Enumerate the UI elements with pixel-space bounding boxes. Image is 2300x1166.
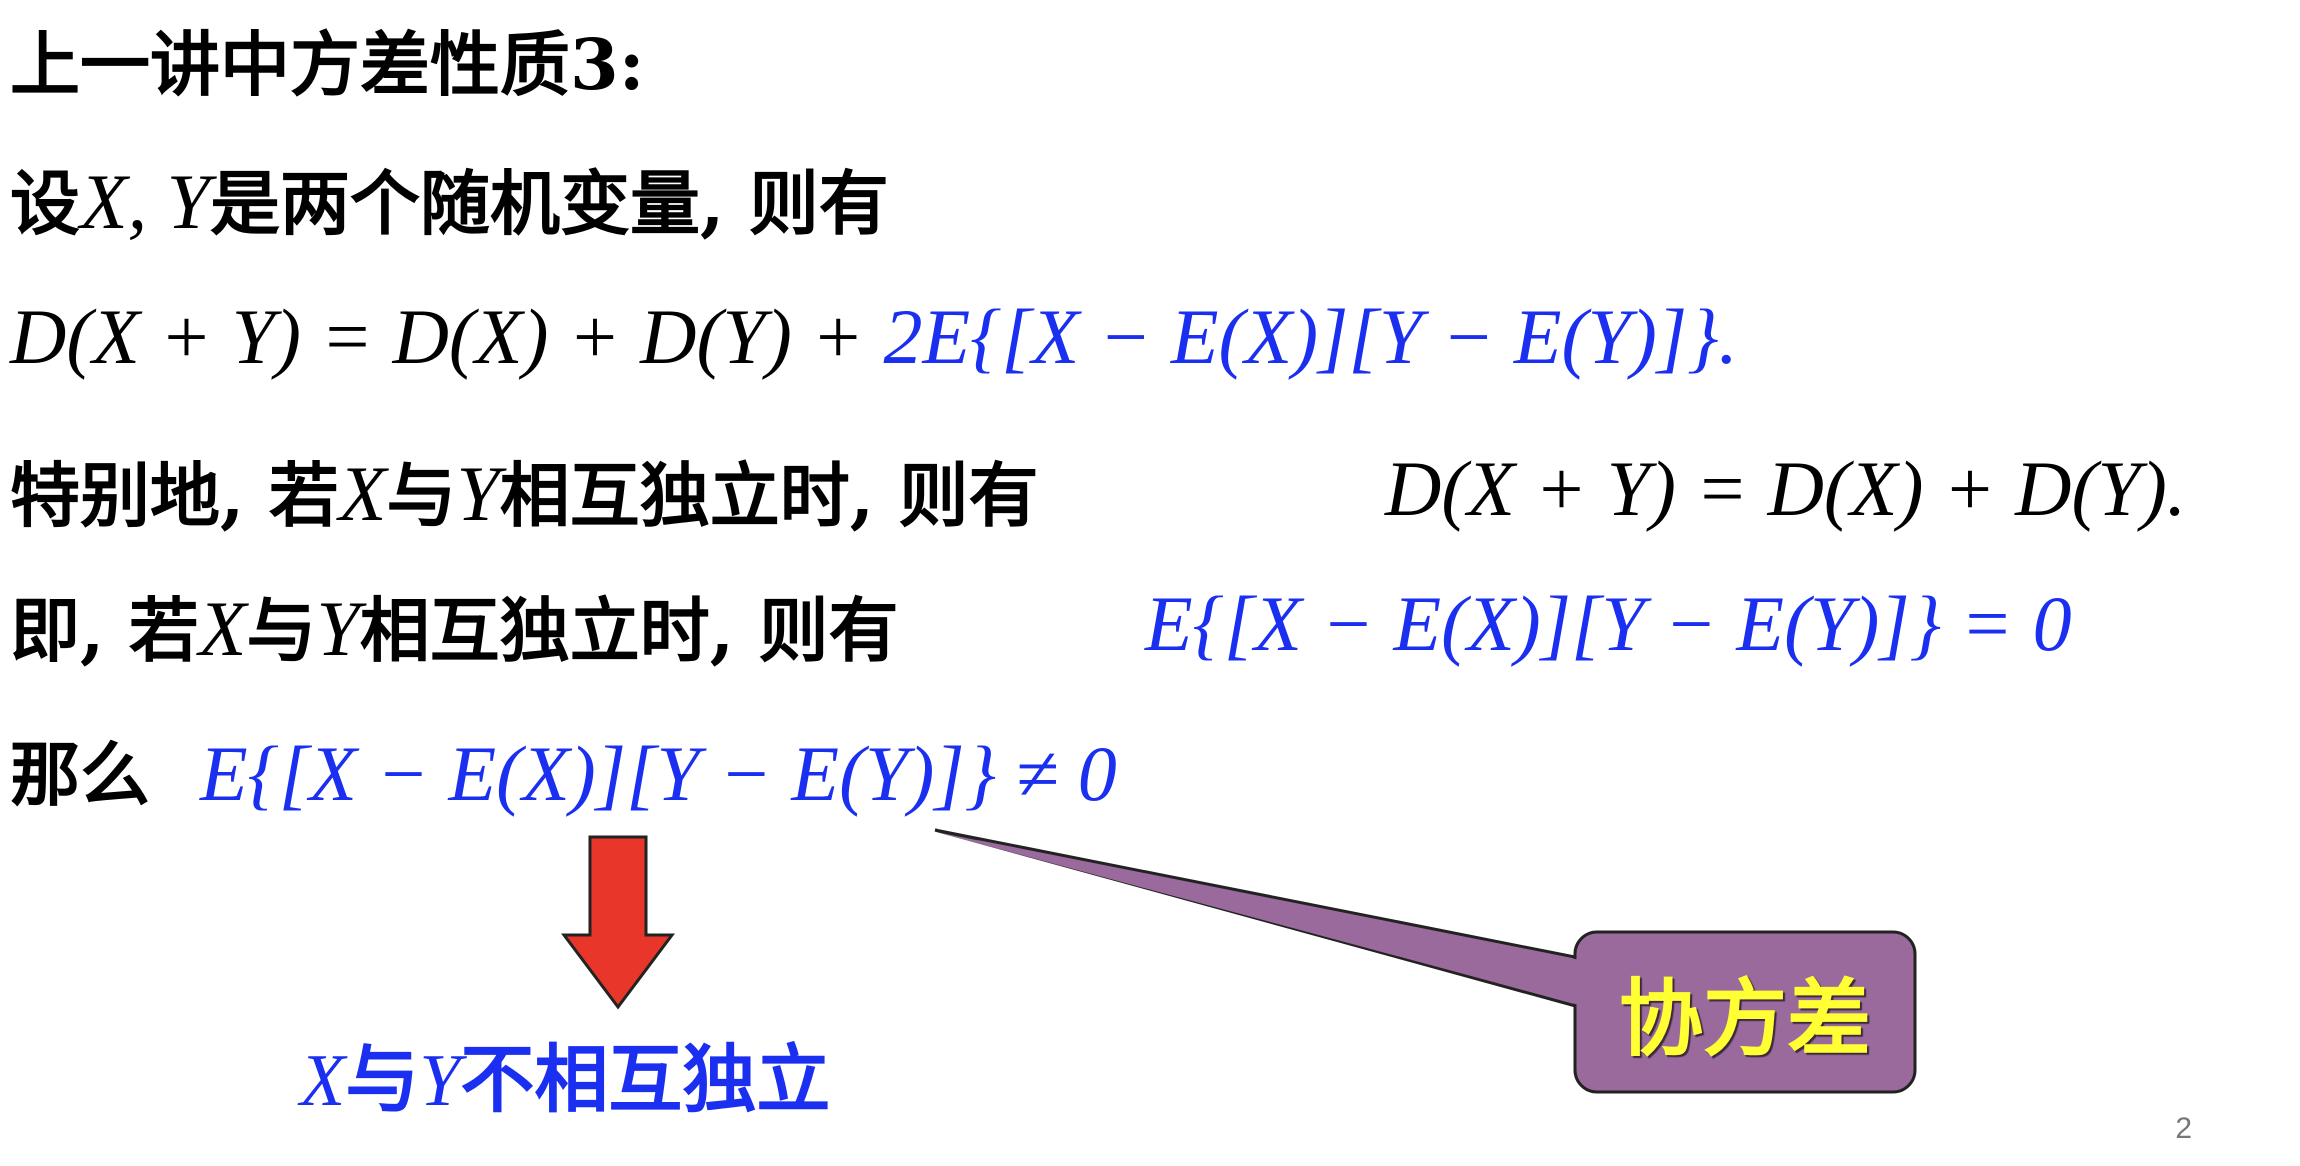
callout-label: 协方差 [1618, 968, 1871, 1068]
page-number: 2 [2175, 1112, 2192, 1145]
covariance-callout [934, 828, 1917, 1094]
